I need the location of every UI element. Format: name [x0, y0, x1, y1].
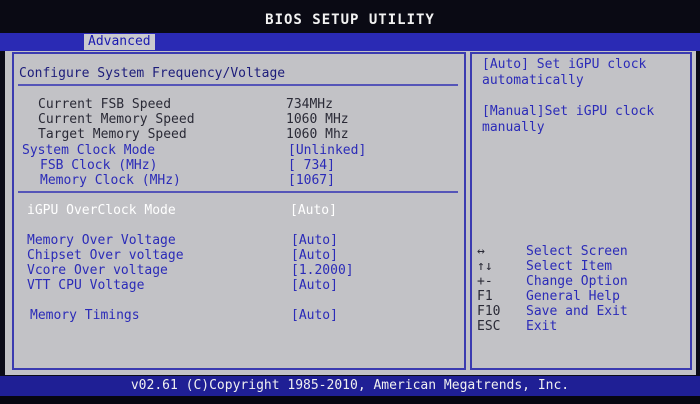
- current-memory-speed-value: 1060 MHz: [286, 112, 349, 127]
- tab-advanced[interactable]: Advanced: [84, 34, 155, 50]
- key-select-item-desc: Select Item: [526, 259, 613, 274]
- chipset-over-voltage-value[interactable]: [Auto]: [291, 248, 338, 263]
- vcore-over-voltage-label[interactable]: Vcore Over voltage: [27, 263, 168, 278]
- current-memory-speed-label: Current Memory Speed: [38, 112, 195, 127]
- fsb-clock-label[interactable]: FSB Clock (MHz): [40, 158, 157, 173]
- key-select-screen-icon: ↔: [477, 244, 485, 259]
- igpu-overclock-mode-value[interactable]: [Auto]: [290, 203, 337, 218]
- vtt-cpu-voltage-value[interactable]: [Auto]: [291, 278, 338, 293]
- status-bar: v02.61 (C)Copyright 1985-2010, American …: [0, 376, 700, 396]
- memory-clock-label[interactable]: Memory Clock (MHz): [40, 173, 181, 188]
- help-auto-text: [Auto] Set iGPU clock automatically: [482, 57, 687, 89]
- key-save-exit-desc: Save and Exit: [526, 304, 628, 319]
- help-manual-line1: [Manual]Set iGPU clock: [482, 104, 655, 119]
- system-clock-mode-value[interactable]: [Unlinked]: [288, 143, 366, 158]
- memory-timings-value[interactable]: [Auto]: [291, 308, 338, 323]
- key-esc: ESC: [477, 319, 501, 334]
- section-title: Configure System Frequency/Voltage: [19, 66, 286, 81]
- vcore-over-voltage-value[interactable]: [1.2000]: [291, 263, 354, 278]
- target-memory-speed-value: 1060 Mhz: [286, 127, 349, 142]
- current-fsb-speed-value: 734MHz: [286, 97, 333, 112]
- bottom-edge: [0, 396, 700, 404]
- vtt-cpu-voltage-label[interactable]: VTT CPU Voltage: [27, 278, 144, 293]
- memory-over-voltage-label[interactable]: Memory Over Voltage: [27, 233, 176, 248]
- title-bar: BIOS SETUP UTILITY: [0, 0, 700, 34]
- chipset-over-voltage-label[interactable]: Chipset Over voltage: [27, 248, 184, 263]
- memory-clock-value[interactable]: [1067]: [288, 173, 335, 188]
- key-f10: F10: [477, 304, 501, 319]
- help-auto-line1: [Auto] Set iGPU clock: [482, 57, 647, 72]
- copyright-text: v02.61 (C)Copyright 1985-2010, American …: [130, 378, 570, 393]
- target-memory-speed-label: Target Memory Speed: [38, 127, 187, 142]
- system-clock-mode-label[interactable]: System Clock Mode: [22, 143, 155, 158]
- key-select-screen-desc: Select Screen: [526, 244, 628, 259]
- current-fsb-speed-label: Current FSB Speed: [38, 97, 172, 112]
- key-f1: F1: [477, 289, 493, 304]
- bios-screen: BIOS SETUP UTILITY Advanced Configure Sy…: [0, 0, 700, 404]
- help-auto-line2: automatically: [482, 73, 584, 88]
- help-frame: [470, 52, 692, 370]
- section-divider-top: [18, 84, 458, 86]
- window-title: BIOS SETUP UTILITY: [265, 12, 435, 28]
- key-exit-desc: Exit: [526, 319, 558, 334]
- help-manual-line2: manually: [482, 120, 545, 135]
- section-divider-middle: [18, 191, 458, 193]
- key-change-option: +-: [477, 274, 493, 289]
- key-general-help-desc: General Help: [526, 289, 620, 304]
- key-select-item-icon: ↑↓: [477, 259, 493, 274]
- igpu-overclock-mode-label[interactable]: iGPU OverClock Mode: [27, 203, 176, 218]
- memory-timings-label[interactable]: Memory Timings: [30, 308, 140, 323]
- memory-over-voltage-value[interactable]: [Auto]: [291, 233, 338, 248]
- help-manual-text: [Manual]Set iGPU clock manually: [482, 104, 687, 136]
- fsb-clock-value[interactable]: [ 734]: [288, 158, 335, 173]
- key-change-option-desc: Change Option: [526, 274, 628, 289]
